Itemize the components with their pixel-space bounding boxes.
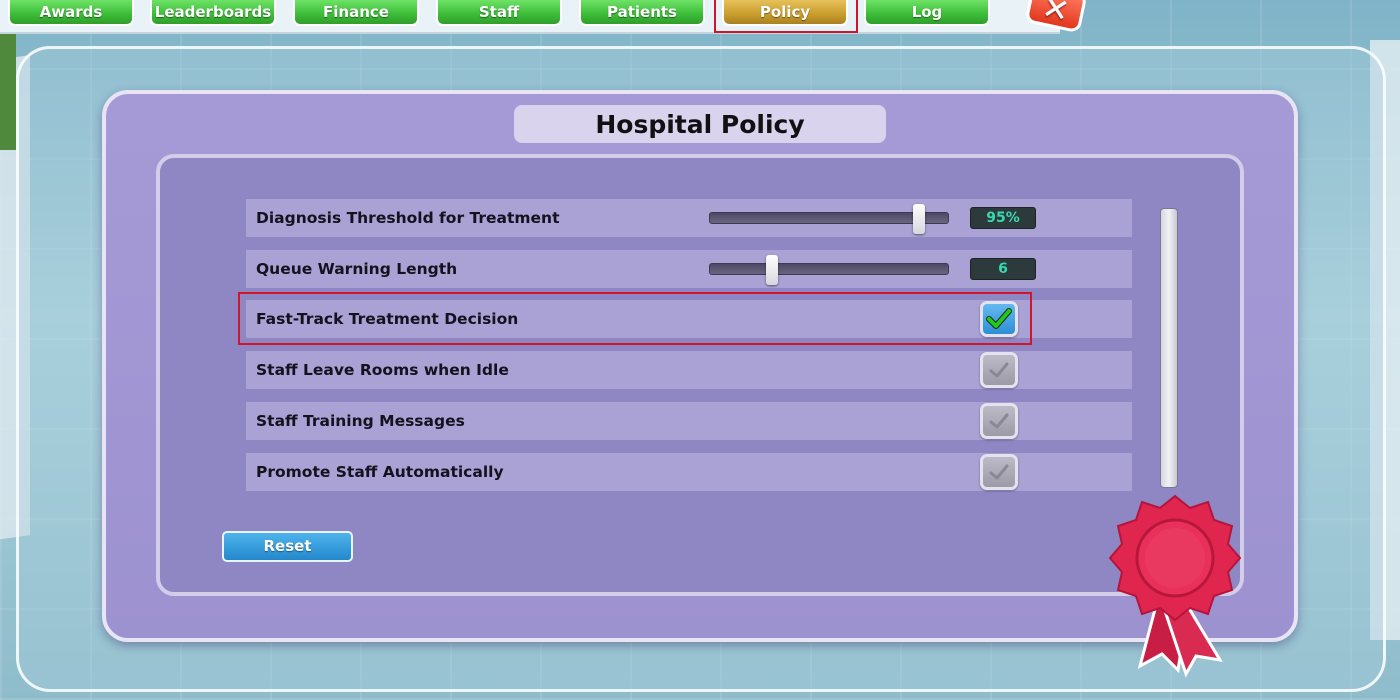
checkmark-faded-icon: [989, 464, 1009, 480]
policy-label: Staff Leave Rooms when Idle: [256, 361, 509, 379]
slider-handle[interactable]: [913, 204, 926, 234]
policy-label: Diagnosis Threshold for Treatment: [256, 209, 560, 227]
diagnosis-threshold-slider[interactable]: [709, 204, 949, 234]
title-plate: Hospital Policy: [514, 105, 886, 143]
policy-row-promote-staff: Promote Staff Automatically: [246, 453, 1132, 491]
policy-label: Promote Staff Automatically: [256, 463, 504, 481]
queue-warning-slider[interactable]: [709, 255, 949, 285]
policy-row-diagnosis-threshold: Diagnosis Threshold for Treatment 95%: [246, 199, 1132, 237]
policy-list-scrollbar[interactable]: [1160, 208, 1178, 488]
rosette-ribbon-icon: [1108, 494, 1242, 678]
checkmark-faded-icon: [989, 413, 1009, 429]
checkmark-faded-icon: [989, 362, 1009, 378]
background-bush: [0, 30, 16, 150]
reset-button[interactable]: Reset: [222, 531, 353, 562]
promote-staff-checkbox[interactable]: [980, 454, 1018, 490]
policy-row-staff-leave-rooms: Staff Leave Rooms when Idle: [246, 351, 1132, 389]
fast-track-row-highlight: [238, 292, 1032, 345]
policy-row-staff-training-messages: Staff Training Messages: [246, 402, 1132, 440]
tab-awards[interactable]: Awards: [8, 0, 134, 26]
staff-training-messages-checkbox[interactable]: [980, 403, 1018, 439]
tab-leaderboards[interactable]: Leaderboards: [150, 0, 276, 26]
tab-log[interactable]: Log: [864, 0, 990, 26]
queue-warning-value: 6: [970, 258, 1036, 280]
tab-finance[interactable]: Finance: [293, 0, 419, 26]
policy-label: Staff Training Messages: [256, 412, 465, 430]
policy-label: Queue Warning Length: [256, 260, 458, 278]
diagnosis-threshold-value: 95%: [970, 207, 1036, 229]
page-title: Hospital Policy: [595, 110, 805, 139]
policy-tab-highlight: [714, 0, 858, 33]
slider-handle[interactable]: [765, 255, 778, 285]
top-tab-bar: Awards Leaderboards Finance Staff Patien…: [0, 0, 1060, 34]
policy-row-queue-warning: Queue Warning Length 6: [246, 250, 1132, 288]
tab-patients[interactable]: Patients: [579, 0, 705, 26]
tab-staff[interactable]: Staff: [436, 0, 562, 26]
staff-leave-rooms-checkbox[interactable]: [980, 352, 1018, 388]
